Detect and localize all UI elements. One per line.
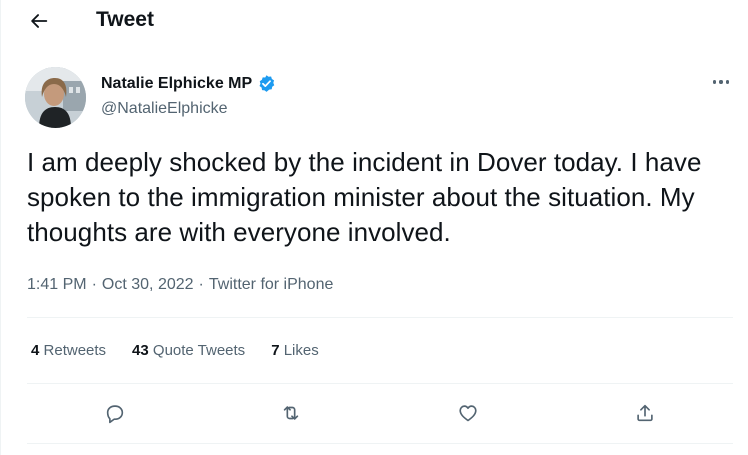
tweet-date[interactable]: Oct 30, 2022 (102, 274, 194, 295)
likes-count: 7 (271, 342, 280, 359)
more-dot-icon (712, 80, 717, 84)
divider (27, 317, 733, 318)
meta-separator: · (198, 276, 204, 293)
tweet-meta: 1:41 PM · Oct 30, 2022 · Twitter for iPh… (27, 274, 333, 295)
column-border (0, 0, 1, 455)
verified-badge-icon (257, 74, 276, 93)
tweet-text: I am deeply shocked by the incident in D… (27, 147, 702, 247)
tweet-time[interactable]: 1:41 PM (27, 274, 87, 295)
reply-button[interactable] (98, 396, 132, 430)
tweet-header: Tweet (0, 0, 748, 40)
retweets-stat[interactable]: 4 Retweets (31, 341, 106, 361)
divider (27, 443, 733, 444)
more-dot-icon (725, 80, 730, 84)
more-dot-icon (719, 80, 723, 84)
retweets-label: Retweets (43, 342, 107, 359)
like-button[interactable] (451, 396, 485, 430)
avatar-photo (25, 67, 86, 128)
tweet-stats: 4 Retweets 43 Quote Tweets 7 Likes (31, 341, 319, 361)
arrow-left-icon (31, 14, 48, 28)
author-handle[interactable]: @NatalieElphicke (101, 98, 228, 119)
retweet-button[interactable] (274, 396, 308, 430)
share-button[interactable] (628, 396, 662, 430)
like-heart-icon (459, 405, 477, 422)
author-name-row: Natalie Elphicke MP (101, 73, 276, 94)
tweet-page: Tweet Natalie Elphicke MP @NatalieElphic… (0, 0, 748, 455)
retweets-count: 4 (31, 342, 40, 359)
likes-stat[interactable]: 7 Likes (271, 341, 319, 361)
tweet-actions (0, 396, 748, 430)
quote-tweets-label: Quote Tweets (152, 342, 246, 359)
more-options-button[interactable] (708, 72, 734, 92)
meta-separator: · (91, 276, 97, 293)
share-icon (637, 404, 653, 422)
quote-tweets-stat[interactable]: 43 Quote Tweets (132, 341, 245, 361)
reply-icon (106, 405, 124, 424)
likes-label: Likes (283, 342, 319, 359)
divider (27, 383, 733, 384)
retweet-icon (283, 406, 299, 420)
back-button[interactable] (22, 4, 56, 38)
quote-tweets-count: 43 (132, 342, 149, 359)
author-name[interactable]: Natalie Elphicke MP (101, 73, 252, 94)
tweet-source[interactable]: Twitter for iPhone (209, 274, 334, 295)
page-title: Tweet (96, 8, 154, 31)
avatar[interactable] (25, 67, 86, 128)
